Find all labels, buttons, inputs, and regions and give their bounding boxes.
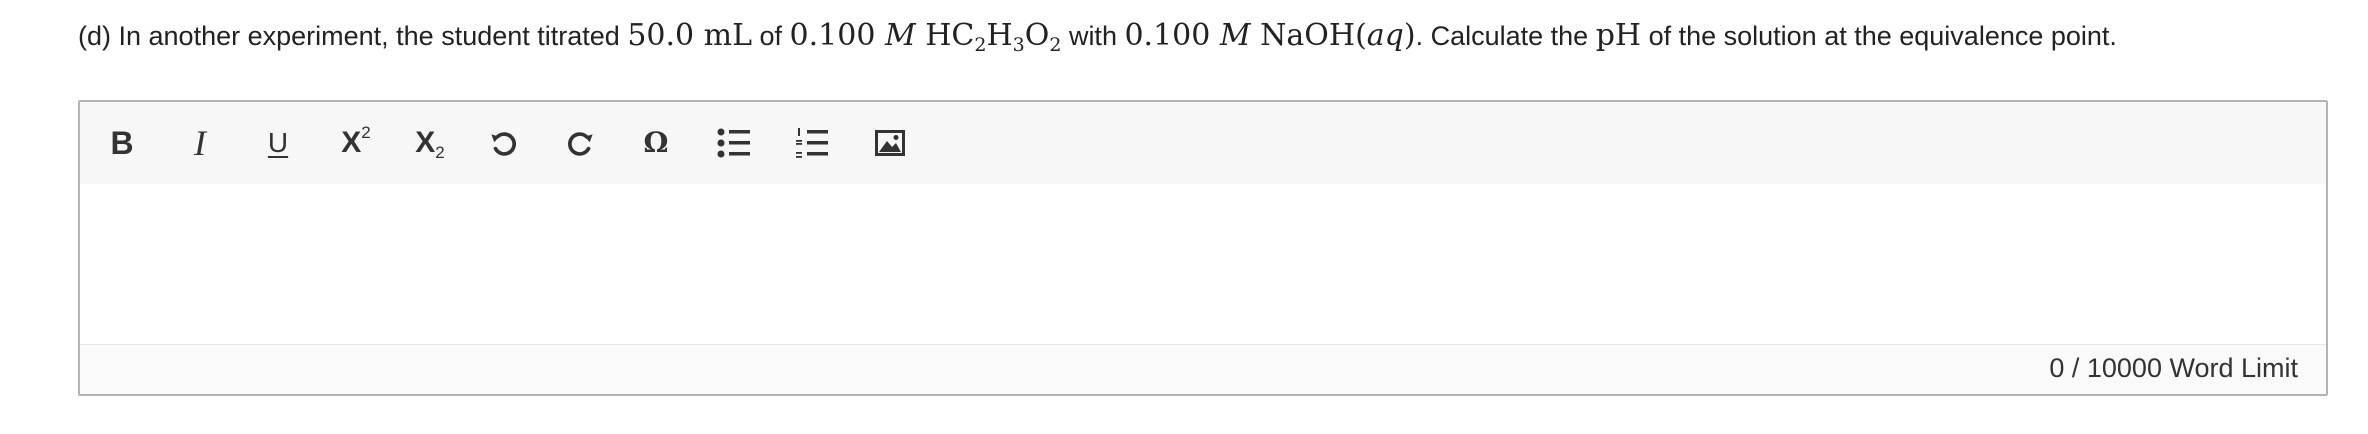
- word-limit-label: Word Limit: [2161, 353, 2298, 383]
- question-suffix: of the solution at the equivalence point…: [1641, 21, 2117, 51]
- ph-term: pH: [1595, 18, 1642, 53]
- underline-button[interactable]: U: [251, 116, 305, 170]
- superscript-icon: X2: [341, 123, 371, 159]
- special-character-button[interactable]: Ω: [629, 116, 683, 170]
- editor-footer: 0 / 10000 Word Limit: [80, 344, 2326, 394]
- italic-button[interactable]: I: [173, 116, 227, 170]
- undo-button[interactable]: [477, 116, 531, 170]
- bold-button[interactable]: B: [95, 116, 149, 170]
- numbered-list-button[interactable]: [785, 116, 839, 170]
- question-with-text: with: [1061, 21, 1125, 51]
- redo-icon: [563, 126, 597, 160]
- bold-icon: B: [110, 125, 134, 161]
- subscript-button[interactable]: X2: [403, 116, 457, 170]
- acid-concentration: 0.100 M HC2H3O2: [789, 18, 1062, 56]
- volume-value: 50.0 mL: [627, 18, 753, 53]
- subscript-icon: X2: [415, 126, 445, 162]
- editor-toolbar: B I U X2 X2 Ω: [80, 102, 2326, 185]
- superscript-button[interactable]: X2: [329, 116, 383, 170]
- question-prefix: (d) In another experiment, the student t…: [78, 21, 628, 51]
- bulleted-list-icon: [717, 127, 751, 159]
- insert-image-icon: [875, 130, 905, 156]
- undo-icon: [487, 126, 521, 160]
- italic-icon: I: [194, 123, 206, 163]
- underline-icon: U: [267, 127, 289, 158]
- bulleted-list-button[interactable]: [707, 116, 761, 170]
- insert-image-button[interactable]: [863, 116, 917, 170]
- word-count-indicator: 0 / 10000 Word Limit: [2049, 353, 2298, 383]
- special-character-icon: Ω: [643, 126, 669, 159]
- question-prompt: (d) In another experiment, the student t…: [78, 14, 2117, 58]
- question-middle-text: . Calculate the: [1415, 21, 1596, 51]
- numbered-list-icon: [795, 127, 829, 159]
- rich-text-editor: B I U X2 X2 Ω 0 / 10000 Word Limit: [78, 100, 2328, 396]
- word-count-value: 0: [2049, 353, 2065, 383]
- answer-text-area[interactable]: [80, 184, 2326, 344]
- question-of-text: of: [752, 21, 790, 51]
- base-concentration: 0.100 M NaOH(aq): [1124, 18, 1416, 53]
- redo-button[interactable]: [553, 116, 607, 170]
- word-limit-value: 10000: [2086, 353, 2162, 383]
